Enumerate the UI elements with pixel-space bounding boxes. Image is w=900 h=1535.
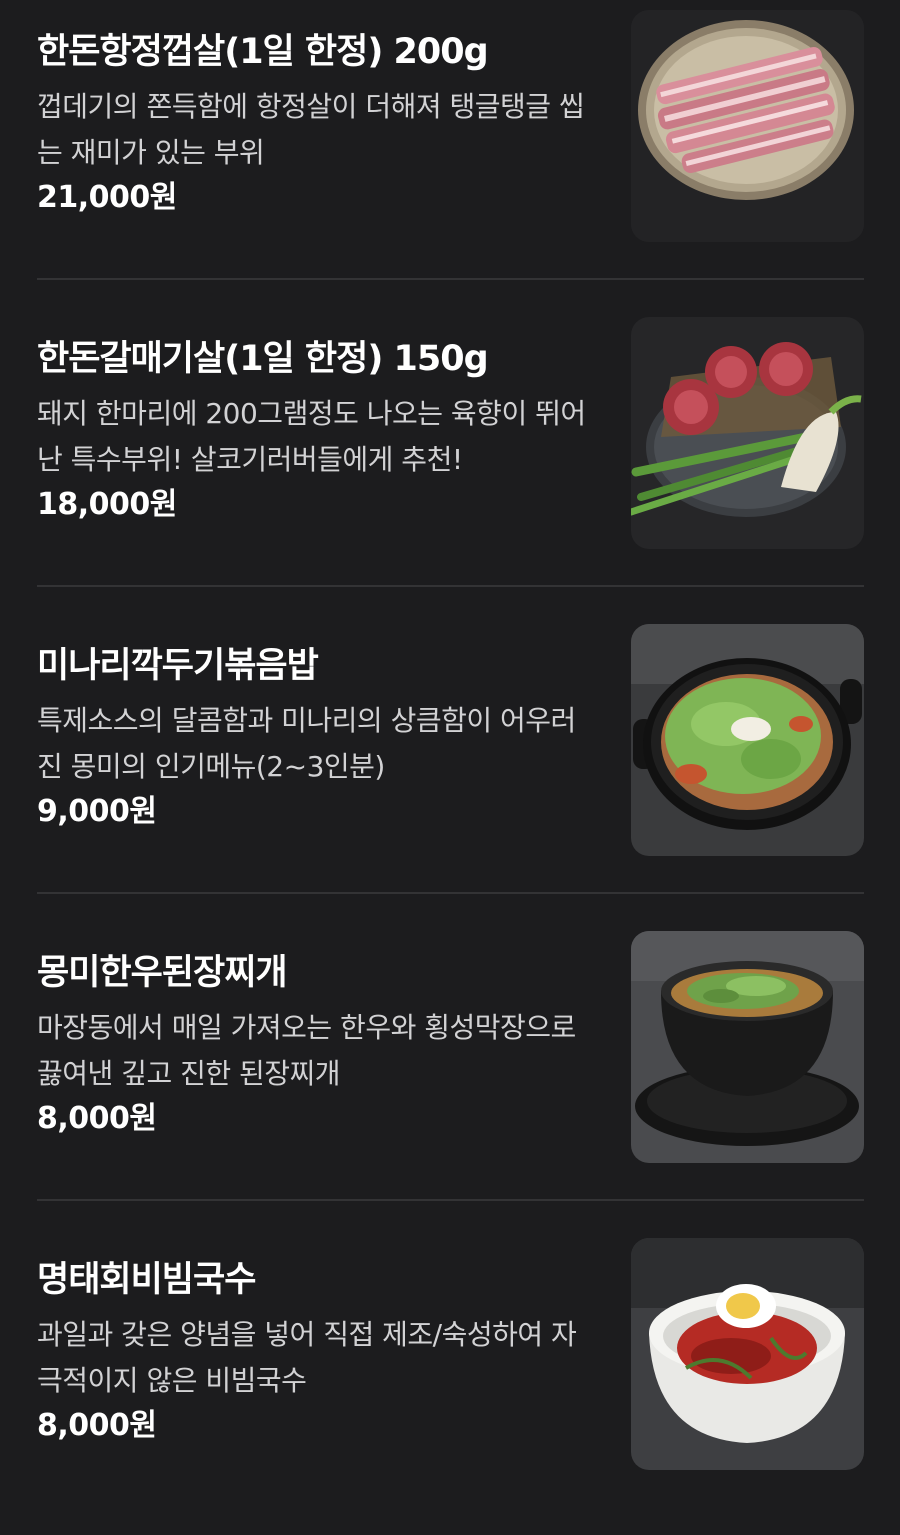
menu-item-description: 마장동에서 매일 가져오는 한우와 횡성막장으로 끓여낸 깊고 진한 된장찌개 [37,1011,576,1090]
menu-item-image[interactable] [631,931,864,1163]
pork-jowl-skin-photo [631,10,864,242]
menu-item[interactable]: 한돈항정껍살(1일 한정) 200g 껍데기의 쫀득함에 항정살이 더해져 탱글… [0,0,900,307]
menu-list: 한돈항정껍살(1일 한정) 200g 껍데기의 쫀득함에 항정살이 더해져 탱글… [0,0,900,1487]
menu-item[interactable]: 몽미한우된장찌개 마장동에서 매일 가져오는 한우와 횡성막장으로 끓여낸 깊고… [0,921,900,1228]
menu-item-price: 18,000원 [37,487,177,522]
menu-item-price: 8,000원 [37,1408,157,1443]
menu-item-name: 한돈갈매기살(1일 한정) 150g [37,339,489,379]
divider [37,1199,864,1201]
divider [37,892,864,894]
menu-item-description: 껍데기의 쫀득함에 항정살이 더해져 탱글탱글 씹는 재미가 있는 부위 [37,90,585,169]
menu-item-price: 8,000원 [37,1101,157,1136]
menu-item-name: 미나리깍두기볶음밥 [37,646,319,686]
menu-item-price: 9,000원 [37,794,157,829]
menu-item-description: 과일과 갖은 양념을 넣어 직접 제조/숙성하여 자극적이지 않은 비빔국수 [37,1318,577,1397]
menu-item-name: 명태회비빔국수 [37,1260,256,1300]
divider [37,278,864,280]
menu-item[interactable]: 명태회비빔국수 과일과 갖은 양념을 넣어 직접 제조/숙성하여 자극적이지 않… [0,1228,900,1535]
menu-item-description: 돼지 한마리에 200그램정도 나오는 육향이 뛰어난 특수부위! 살코기러버들… [37,397,586,476]
fried-rice-photo [631,624,864,856]
spicy-noodles-photo [631,1238,864,1470]
menu-item[interactable]: 미나리깍두기볶음밥 특제소스의 달콤함과 미나리의 상큼함이 어우러진 몽미의 … [0,614,900,921]
menu-item-name: 한돈항정껍살(1일 한정) 200g [37,32,489,72]
menu-item[interactable]: 한돈갈매기살(1일 한정) 150g 돼지 한마리에 200그램정도 나오는 육… [0,307,900,614]
menu-item-image[interactable] [631,10,864,242]
doenjang-stew-photo [631,931,864,1163]
menu-item-name: 몽미한우된장찌개 [37,953,288,993]
menu-item-image[interactable] [631,317,864,549]
menu-item-image[interactable] [631,1238,864,1470]
menu-item-image[interactable] [631,624,864,856]
menu-item-price: 21,000원 [37,180,177,215]
menu-item-description: 특제소스의 달콤함과 미나리의 상큼함이 어우러진 몽미의 인기메뉴(2~3인분… [37,704,576,783]
divider [37,585,864,587]
pork-skirt-meat-photo [631,317,864,549]
